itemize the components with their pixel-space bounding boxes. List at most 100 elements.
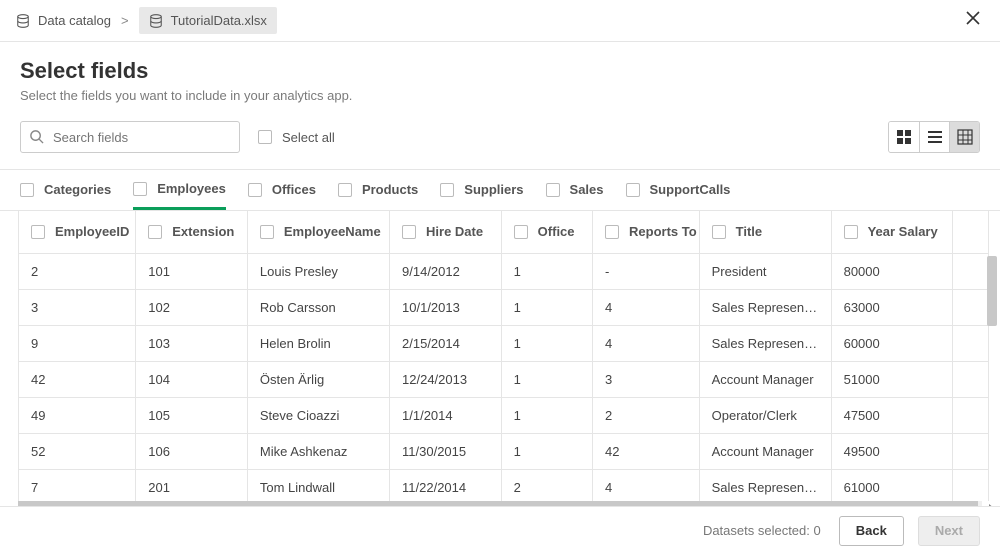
table-cell: 49 (19, 397, 136, 433)
table-cell-extra (953, 289, 989, 325)
column-checkbox[interactable] (514, 225, 528, 239)
table-cell: 11/22/2014 (390, 469, 502, 501)
table-cell: 63000 (831, 289, 953, 325)
back-button[interactable]: Back (839, 516, 904, 546)
table-cell-extra (953, 325, 989, 361)
view-toggle-grid[interactable] (889, 122, 919, 152)
tabs-row: Categories Employees Offices Products Suppli… (0, 169, 1000, 211)
close-button[interactable] (962, 7, 984, 34)
table-row[interactable]: 52106Mike Ashkenaz11/30/2015142Account M… (19, 433, 989, 469)
table-cell: 42 (19, 361, 136, 397)
table-cell: Tom Lindwall (247, 469, 389, 501)
table-cell: - (593, 253, 700, 289)
tab-checkbox[interactable] (546, 183, 560, 197)
table-cell: Helen Brolin (247, 325, 389, 361)
table-cell: 2 (501, 469, 592, 501)
column-label: Hire Date (426, 224, 483, 239)
column-header[interactable]: Reports To (593, 211, 700, 253)
table-cell: 103 (136, 325, 248, 361)
column-checkbox[interactable] (844, 225, 858, 239)
select-all[interactable]: Select all (258, 130, 335, 145)
tab-checkbox[interactable] (20, 183, 34, 197)
table-cell: 1 (501, 253, 592, 289)
tab-checkbox[interactable] (626, 183, 640, 197)
tab-products[interactable]: Products (338, 170, 418, 210)
tab-sales[interactable]: Sales (546, 170, 604, 210)
table-cell: 61000 (831, 469, 953, 501)
table-cell: Account Manager (699, 361, 831, 397)
table-cell: 47500 (831, 397, 953, 433)
table-cell: 1 (501, 433, 592, 469)
table-cell: Steve Cioazzi (247, 397, 389, 433)
table-cell: 1 (501, 361, 592, 397)
table-row[interactable]: 49105Steve Cioazzi1/1/201412Operator/Cle… (19, 397, 989, 433)
table-cell: 51000 (831, 361, 953, 397)
column-checkbox[interactable] (712, 225, 726, 239)
breadcrumb-current[interactable]: TutorialData.xlsx (139, 7, 277, 34)
tab-checkbox[interactable] (440, 183, 454, 197)
tab-offices[interactable]: Offices (248, 170, 316, 210)
select-all-label: Select all (282, 130, 335, 145)
breadcrumb-root[interactable]: Data catalog (16, 13, 111, 28)
table-cell: 102 (136, 289, 248, 325)
column-checkbox[interactable] (260, 225, 274, 239)
column-header[interactable]: EmployeeID (19, 211, 136, 253)
page-header: Select fields Select the fields you want… (0, 42, 1000, 113)
breadcrumb-current-label: TutorialData.xlsx (171, 13, 267, 28)
table-cell: 1 (501, 325, 592, 361)
column-header[interactable]: Extension (136, 211, 248, 253)
tab-categories[interactable]: Categories (20, 170, 111, 210)
database-icon (149, 14, 163, 28)
table-row[interactable]: 3102Rob Carsson10/1/201314Sales Represen… (19, 289, 989, 325)
table-row[interactable]: 2101Louis Presley9/14/20121-President800… (19, 253, 989, 289)
column-label: EmployeeName (284, 224, 381, 239)
tab-label: Offices (272, 182, 316, 197)
table-cell: Sales Representative (699, 469, 831, 501)
table-cell-extra (953, 433, 989, 469)
breadcrumb-root-label: Data catalog (38, 13, 111, 28)
tab-employees[interactable]: Employees (133, 170, 226, 210)
table-cell: 2 (19, 253, 136, 289)
column-checkbox[interactable] (148, 225, 162, 239)
table-cell: 1 (501, 289, 592, 325)
table-cell: 9 (19, 325, 136, 361)
footer: Datasets selected: 0 Back Next (0, 506, 1000, 554)
tab-checkbox[interactable] (133, 182, 147, 196)
column-header[interactable]: Title (699, 211, 831, 253)
data-table-wrap[interactable]: EmployeeID Extension EmployeeName Hire Date… (18, 211, 1000, 501)
breadcrumb: Data catalog > TutorialData.xlsx (0, 0, 1000, 42)
table-row[interactable]: 9103Helen Brolin2/15/201414Sales Represe… (19, 325, 989, 361)
table-cell: 1/1/2014 (390, 397, 502, 433)
table-row[interactable]: 7201Tom Lindwall11/22/201424Sales Repres… (19, 469, 989, 501)
column-label: Extension (172, 224, 234, 239)
tab-supportcalls[interactable]: SupportCalls (626, 170, 731, 210)
column-checkbox[interactable] (605, 225, 619, 239)
search-input[interactable] (20, 121, 240, 153)
tab-checkbox[interactable] (338, 183, 352, 197)
view-toggle-list[interactable] (919, 122, 949, 152)
vertical-scrollbar[interactable] (987, 256, 997, 326)
tab-suppliers[interactable]: Suppliers (440, 170, 523, 210)
column-checkbox[interactable] (402, 225, 416, 239)
tab-label: Employees (157, 181, 226, 196)
table-cell: 106 (136, 433, 248, 469)
column-label: Title (736, 224, 763, 239)
column-checkbox[interactable] (31, 225, 45, 239)
table-cell: 1 (501, 397, 592, 433)
table-row[interactable]: 42104Östen Ärlig12/24/201313Account Mana… (19, 361, 989, 397)
view-toggle-table[interactable] (949, 122, 979, 152)
tab-checkbox[interactable] (248, 183, 262, 197)
column-header[interactable]: EmployeeName (247, 211, 389, 253)
search-field-wrap (20, 121, 240, 153)
table-cell: Mike Ashkenaz (247, 433, 389, 469)
table-cell: 4 (593, 469, 700, 501)
table-cell: 105 (136, 397, 248, 433)
column-header[interactable]: Office (501, 211, 592, 253)
table-cell-extra (953, 253, 989, 289)
tab-label: Products (362, 182, 418, 197)
datasets-selected-status: Datasets selected: 0 (703, 523, 821, 538)
column-header[interactable]: Hire Date (390, 211, 502, 253)
table-cell: Sales Representative (699, 289, 831, 325)
select-all-checkbox[interactable] (258, 130, 272, 144)
column-header[interactable]: Year Salary (831, 211, 953, 253)
